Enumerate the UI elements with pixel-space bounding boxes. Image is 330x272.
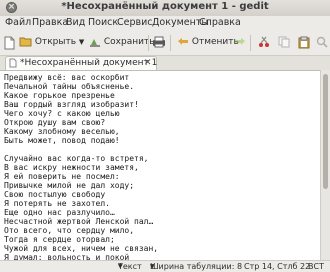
menu-view[interactable]: Вид [66,17,85,28]
text-line: Я потерять не захотел. [4,199,110,208]
save-label: Сохранить [103,37,155,47]
copy-button[interactable] [278,34,290,51]
menu-file[interactable]: Файл [5,17,31,28]
scrollbar-thumb[interactable] [323,74,328,189]
text-line: Тогда я сердце оторвал; [4,235,115,244]
text-line: Предвижу всё: вас оскорбит [4,73,130,82]
text-line: Я ей поверить не посмел: [4,172,120,181]
cursor-position: Стр 14, Стлб 22 [244,262,311,271]
print-button[interactable] [152,34,166,51]
redo-icon [235,38,245,45]
new-document-icon [4,36,15,50]
text-line: В вас искру нежности заметя, [4,163,139,172]
text-line: Свою постылую свободу [4,190,106,199]
text-line: Еще одно нас разлучило… [4,208,115,217]
paste-icon [298,36,310,49]
tab-width-label: Ширина табуляции: 8 [150,262,243,271]
tab-document-1[interactable]: *Несохранённый документ 1 ✕ [5,56,157,70]
menu-tools[interactable]: Сервис [117,17,153,28]
text-line: Ото всего, что сердцу мило, [4,226,135,235]
text-line: Открою душу вам свою? [4,118,106,127]
paste-button[interactable] [298,34,310,51]
close-icon[interactable]: ✕ [144,57,152,70]
text-line: Несчастной жертвой Ленской пал… [4,217,154,226]
vertical-scrollbar[interactable] [320,70,330,260]
chevron-down-icon: ▼ [78,38,85,46]
save-icon [90,38,100,47]
menu-search[interactable]: Поиск [88,17,118,28]
scissors-icon [259,36,269,47]
text-line: Ваш гордый взгляд изобразит! [4,100,139,109]
open-button[interactable]: Открыть ▼ [19,34,84,51]
undo-button[interactable]: Отменить [177,34,239,51]
chevron-down-icon: ▼ [118,263,123,270]
toolbar-separator [148,35,149,51]
text-line: Быть может, повод подаю! [4,136,120,145]
save-button[interactable]: Сохранить [89,34,155,51]
open-label: Открыть [34,37,77,47]
toolbar-separator [250,35,251,51]
text-line: Случайно вас когда-то встретя, [4,154,149,163]
menu-help[interactable]: Справка [199,17,241,28]
menu-edit[interactable]: Правка [32,17,68,28]
insert-mode: ВСТ [308,262,324,271]
redo-button[interactable] [234,34,246,51]
document-icon [9,58,17,68]
text-line: Печальной тайны объясненье. [4,82,135,91]
search-icon [316,36,328,48]
undo-label: Отменить [191,37,239,47]
text-line: Привычке милой не дал ходу; [4,181,135,190]
title-bar: × *Несохранённый документ 1 - gedit [0,0,330,17]
cut-button[interactable] [258,34,270,51]
text-line: Чего хочу? с какою целью [4,109,120,118]
new-document-button[interactable] [4,34,15,51]
text-line: Какое горькое презренье [4,91,115,100]
folder-icon [19,37,32,47]
text-editor[interactable]: Предвижу всё: вас оскорбит Печальной тай… [0,70,320,261]
toolbar-separator [170,35,171,51]
chevron-down-icon: ▼ [150,263,155,270]
tab-label: *Несохранённый документ 1 [20,58,158,68]
toolbar: Открыть ▼ Сохранить Отменить [0,31,330,56]
copy-icon [278,36,290,48]
text-line: Чужой для всех, ничем не связан, [4,244,159,253]
printer-icon [153,36,165,48]
window-title: *Несохранённый документ 1 - gedit [61,1,269,12]
document-tabs: *Несохранённый документ 1 ✕ [0,56,330,70]
text-line: Какому злобному веселью, [4,127,120,136]
undo-icon [178,37,188,45]
search-button[interactable] [316,34,328,51]
menu-bar: Файл Правка Вид Поиск Сервис Документы С… [0,16,330,31]
status-bar: Текст ▼ Ширина табуляции: 8 ▼ Стр 14, Ст… [0,260,330,272]
